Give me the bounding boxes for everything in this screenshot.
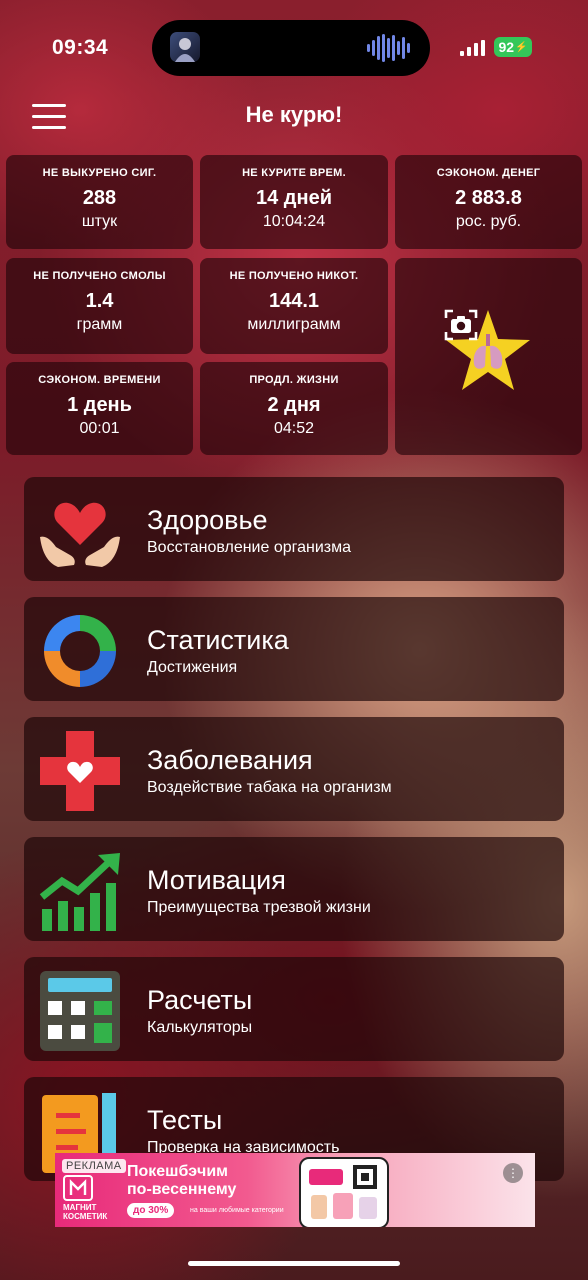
menu-item-calculations[interactable]: Расчеты Калькуляторы — [24, 957, 564, 1061]
calculator-icon — [40, 971, 120, 1051]
status-bar: 09:34 92 ⚡ — [0, 0, 588, 96]
stat-value: 1 день — [67, 394, 132, 416]
stat-value: 2 дня — [267, 394, 321, 416]
stat-unit: 10:04:24 — [262, 213, 326, 230]
stat-value: 14 дней — [256, 187, 332, 209]
menu-item-diseases[interactable]: Заболевания Воздействие табака на органи… — [24, 717, 564, 821]
menu-item-title: Тесты — [147, 1105, 223, 1135]
stat-value: 1.4 — [85, 290, 114, 312]
menu-item-motivation[interactable]: Мотивация Преимущества трезвой жизни — [24, 837, 564, 941]
stat-card-tar[interactable]: НЕ ПОЛУЧЕНО СМОЛЫ 1.4 грамм — [6, 258, 193, 354]
ad-phone-image — [299, 1157, 389, 1227]
ad-headline: Покешбэчим по-весеннему — [127, 1163, 237, 1198]
battery-level: 92 — [498, 39, 515, 55]
menu-item-title: Здоровье — [147, 505, 268, 535]
stat-unit: штук — [81, 213, 118, 230]
menu-item-title: Расчеты — [147, 985, 253, 1015]
stat-value: 2 883.8 — [455, 187, 522, 209]
menu-item-title: Заболевания — [147, 745, 313, 775]
achievement-card[interactable] — [395, 258, 582, 455]
menu-item-subtitle: Калькуляторы — [147, 1019, 253, 1036]
growth-chart-icon — [39, 853, 120, 931]
stat-label: ПРОДЛ. ЖИЗНИ — [249, 374, 339, 386]
stat-label: НЕ ВЫКУРЕНО СИГ. — [42, 167, 157, 179]
stat-label: СЭКОНОМ. ДЕНЕГ — [436, 167, 541, 179]
ring-chart-icon — [44, 615, 116, 687]
battery-icon: 92 ⚡ — [494, 37, 532, 57]
now-playing-avatar-icon — [170, 32, 200, 62]
ad-badge: РЕКЛАМА — [62, 1159, 126, 1173]
menu-item-subtitle: Восстановление организма — [147, 539, 352, 556]
menu-item-subtitle: Достижения — [147, 659, 238, 676]
magnit-logo-icon — [63, 1175, 93, 1201]
home-indicator[interactable] — [188, 1261, 400, 1266]
menu-item-title: Мотивация — [147, 865, 286, 895]
stat-label: НЕ ПОЛУЧЕНО НИКОТ. — [229, 270, 359, 282]
stat-card-cigarettes[interactable]: НЕ ВЫКУРЕНО СИГ. 288 штук — [6, 155, 193, 249]
dynamic-island[interactable] — [152, 20, 430, 76]
menu-item-subtitle: Воздействие табака на организм — [147, 779, 392, 796]
stat-card-life-extended[interactable]: ПРОДЛ. ЖИЗНИ 2 дня 04:52 — [200, 362, 388, 455]
waveform-icon — [367, 34, 410, 62]
stat-label: СЭКОНОМ. ВРЕМЕНИ — [38, 374, 161, 386]
ad-discount: до 30% — [127, 1203, 175, 1218]
stat-card-time[interactable]: НЕ КУРИТЕ ВРЕМ. 14 дней 10:04:24 — [200, 155, 388, 249]
menu-item-health[interactable]: Здоровье Восстановление организма — [24, 477, 564, 581]
cellular-signal-icon — [460, 40, 485, 56]
stat-unit: 04:52 — [273, 420, 315, 437]
stat-card-nicotine[interactable]: НЕ ПОЛУЧЕНО НИКОТ. 144.1 миллиграмм — [200, 258, 388, 354]
ad-brand: МАГНИТ КОСМЕТИК — [63, 1203, 108, 1221]
stat-unit: рос. руб. — [455, 213, 522, 230]
stat-label: НЕ ПОЛУЧЕНО СМОЛЫ — [33, 270, 166, 282]
page-title: Не курю! — [245, 102, 343, 127]
stat-value: 288 — [82, 187, 117, 209]
camera-icon[interactable] — [444, 308, 478, 342]
stat-value: 144.1 — [268, 290, 320, 312]
menu-item-statistics[interactable]: Статистика Достижения — [24, 597, 564, 701]
stat-card-time-saved[interactable]: СЭКОНОМ. ВРЕМЕНИ 1 день 00:01 — [6, 362, 193, 455]
status-time: 09:34 — [52, 36, 109, 59]
app-header: Не курю! — [0, 96, 588, 142]
heart-hands-icon — [40, 502, 120, 567]
menu-item-subtitle: Преимущества трезвой жизни — [147, 899, 371, 916]
ad-banner[interactable]: РЕКЛАМА МАГНИТ КОСМЕТИК Покешбэчим по-ве… — [55, 1153, 535, 1227]
stat-unit: грамм — [76, 316, 123, 333]
menu-item-title: Статистика — [147, 625, 289, 655]
medical-cross-icon — [40, 731, 120, 811]
more-options-icon[interactable]: ⋮ — [503, 1163, 523, 1183]
stat-unit: миллиграмм — [247, 316, 341, 333]
stat-label: НЕ КУРИТЕ ВРЕМ. — [242, 167, 346, 179]
ad-note: на ваши любимые категории — [190, 1207, 284, 1214]
stat-card-money[interactable]: СЭКОНОМ. ДЕНЕГ 2 883.8 рос. руб. — [395, 155, 582, 249]
stat-unit: 00:01 — [79, 420, 120, 437]
